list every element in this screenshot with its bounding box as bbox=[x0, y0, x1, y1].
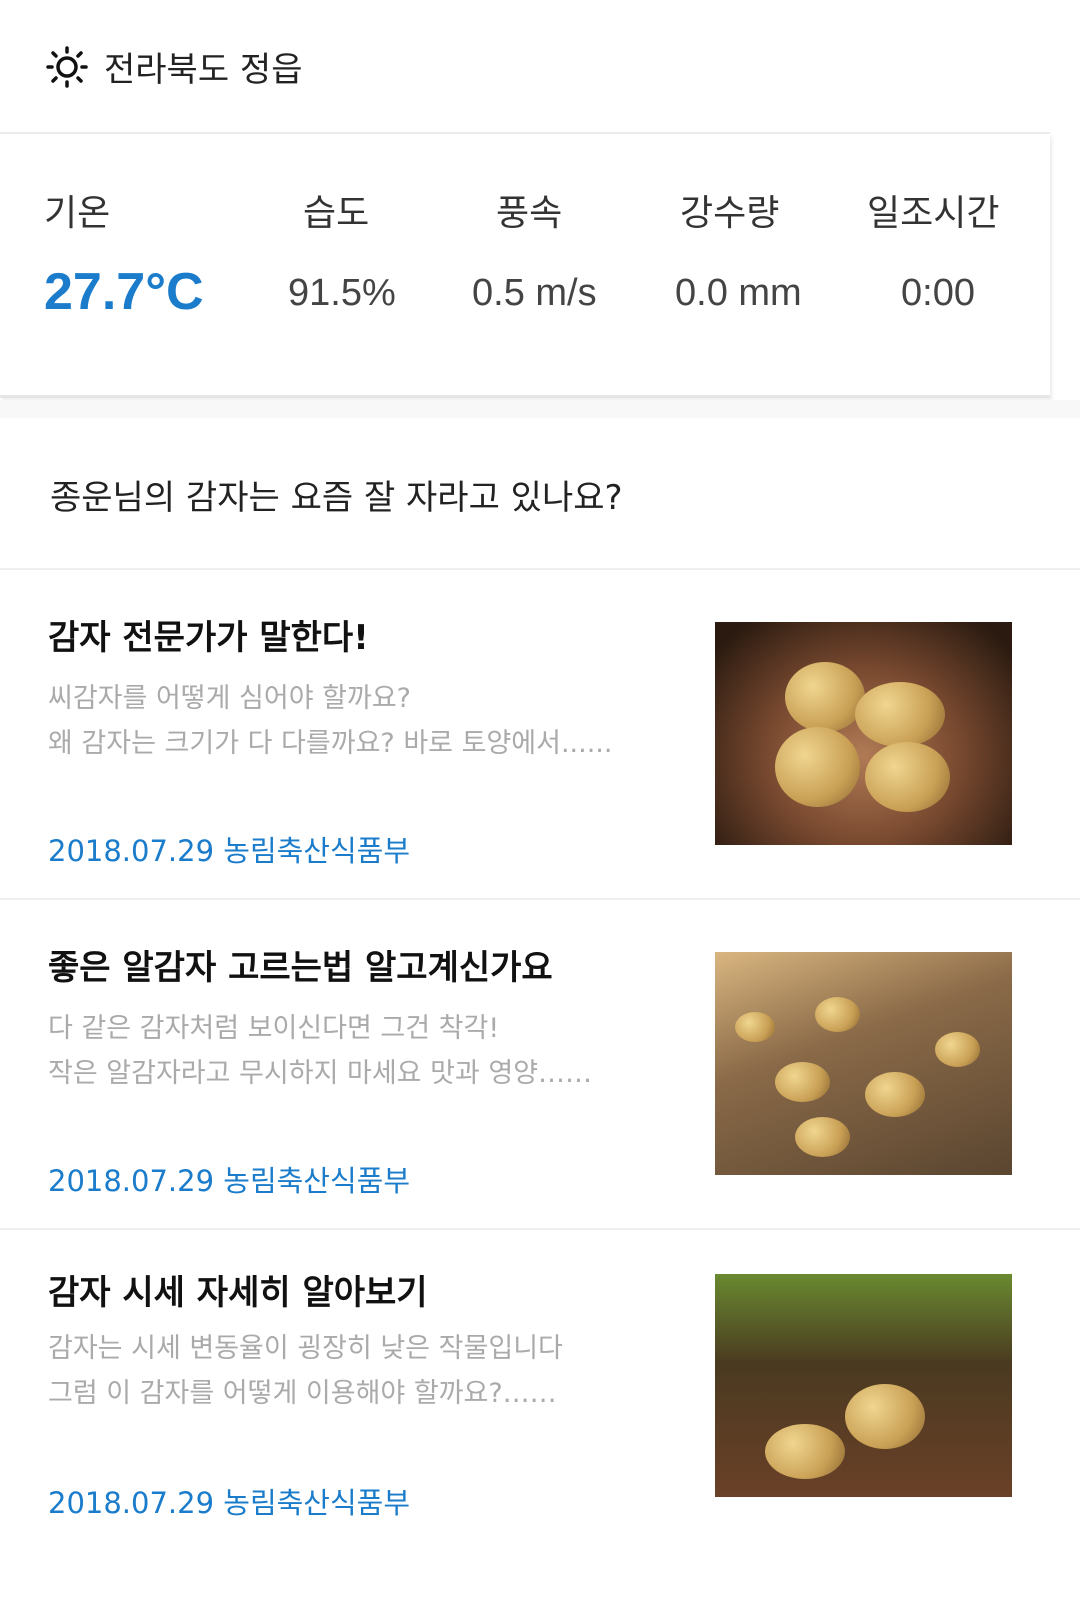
article-title: 감자 전문가가 말한다! bbox=[48, 618, 369, 658]
temperature-value: 27.7°C bbox=[44, 263, 204, 321]
sunshine-value: 0:00 bbox=[901, 272, 975, 314]
article-summary: 감자는 시세 변동율이 굉장히 낮은 작물입니다 그럼 이 감자를 어떻게 이용해… bbox=[48, 1333, 563, 1409]
article-summary: 씨감자를 어떻게 심어야 할까요? 왜 감자는 크기가 다 다를까요? 바로 토양… bbox=[48, 683, 613, 759]
section-question: 종운님의 감자는 요즘 잘 자라고 있나요? bbox=[50, 478, 623, 518]
article-meta: 2018.07.29 농림축산식품부 bbox=[48, 1164, 411, 1198]
sunshine-label: 일조시간 bbox=[867, 193, 1000, 234]
article-thumbnail bbox=[715, 622, 1012, 845]
temperature-label: 기온 bbox=[44, 193, 111, 234]
article-thumbnail bbox=[715, 1274, 1012, 1497]
rainfall-value: 0.0 mm bbox=[675, 272, 802, 314]
article-card[interactable]: 좋은 알감자 고르는법 알고계신가요 다 같은 감자처럼 보이신다면 그건 착각… bbox=[0, 900, 1080, 1230]
weather-panel: 기온 27.7°C 습도 91.5% 풍속 0.5 m/s 강수량 0.0 mm… bbox=[0, 134, 1050, 398]
location-label: 전라북도 정읍 bbox=[104, 50, 303, 90]
article-card[interactable]: 감자 전문가가 말한다! 씨감자를 어떻게 심어야 할까요? 왜 감자는 크기가 … bbox=[0, 570, 1080, 900]
rainfall-label: 강수량 bbox=[680, 193, 780, 234]
humidity-label: 습도 bbox=[303, 193, 370, 234]
humidity-value: 91.5% bbox=[288, 272, 396, 314]
sun-icon bbox=[46, 46, 88, 88]
location-header[interactable]: 전라북도 정읍 bbox=[0, 0, 1050, 134]
article-thumbnail bbox=[715, 952, 1012, 1175]
article-card[interactable]: 감자 시세 자세히 알아보기 감자는 시세 변동율이 굉장히 낮은 작물입니다 그… bbox=[0, 1230, 1080, 1560]
article-meta: 2018.07.29 농림축산식품부 bbox=[48, 834, 411, 868]
section-divider bbox=[0, 400, 1080, 418]
wind-label: 풍속 bbox=[496, 193, 563, 234]
article-title: 좋은 알감자 고르는법 알고계신가요 bbox=[48, 948, 553, 988]
article-title: 감자 시세 자세히 알아보기 bbox=[48, 1273, 428, 1313]
article-meta: 2018.07.29 농림축산식품부 bbox=[48, 1486, 411, 1520]
article-summary: 다 같은 감자처럼 보이신다면 그건 착각! 작은 알감자라고 무시하지 마세요 … bbox=[48, 1013, 593, 1089]
wind-value: 0.5 m/s bbox=[472, 272, 597, 314]
